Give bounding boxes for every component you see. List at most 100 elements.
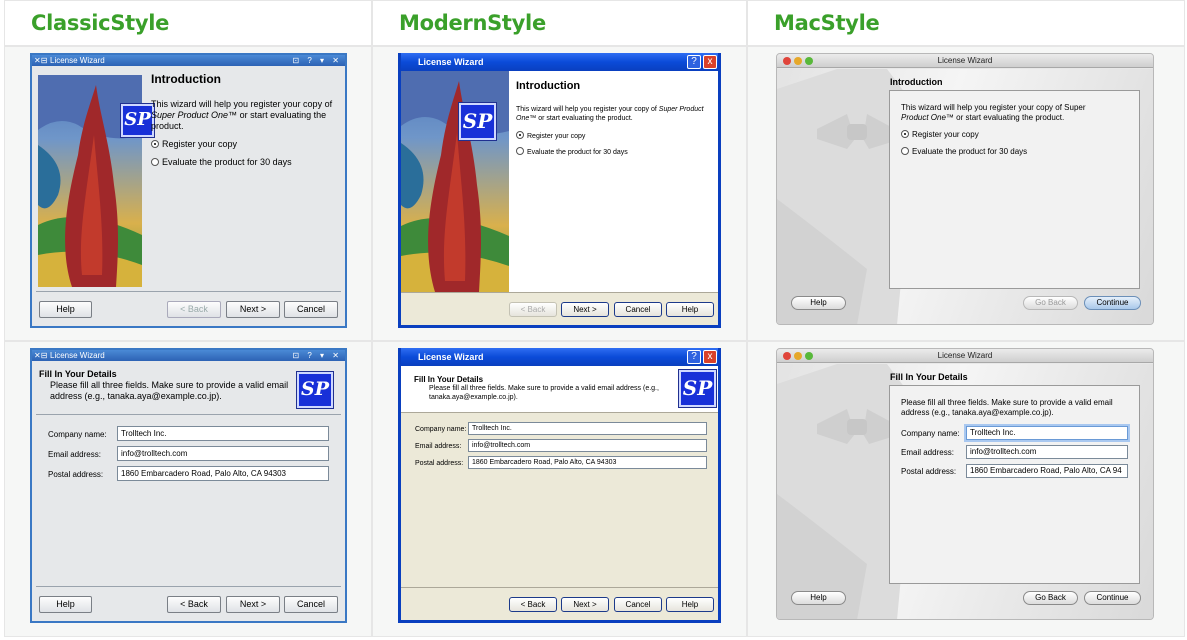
title-bar: License Wizard xyxy=(777,54,1153,68)
email-field[interactable]: info@trolltech.com xyxy=(117,446,329,461)
minimize-icon[interactable] xyxy=(794,57,802,65)
next-button[interactable]: Next > xyxy=(561,302,609,317)
help-button[interactable]: Help xyxy=(666,597,714,612)
company-field[interactable]: Trolltech Inc. xyxy=(117,426,329,441)
postal-field[interactable]: 1860 Embarcadero Road, Palo Alto, CA 943… xyxy=(117,466,329,481)
column-title: ModernStyle xyxy=(399,11,546,35)
cancel-button[interactable]: Cancel xyxy=(284,301,338,318)
help-button[interactable]: Help xyxy=(39,301,92,318)
postal-label: Postal address: xyxy=(415,460,464,467)
back-button[interactable]: < Back xyxy=(167,596,221,613)
intro-description: This wizard will help you register your … xyxy=(516,106,704,122)
company-field[interactable]: Trolltech Inc. xyxy=(468,422,707,435)
close-icon[interactable]: x xyxy=(703,350,717,364)
evaluate-option[interactable]: Evaluate the product for 30 days xyxy=(151,157,292,168)
email-label: Email address: xyxy=(48,450,101,459)
back-button[interactable]: < Back xyxy=(509,597,557,612)
classic-intro-window: License Wizard ✕⊟ ⊡ ? ▾ ✕ SP Introductio… xyxy=(30,53,347,328)
column-header-classic: ClassicStyle xyxy=(4,0,372,46)
register-option[interactable]: Register your copy xyxy=(901,129,979,140)
content-panel: This wizard will help you register your … xyxy=(889,90,1140,289)
close-icon[interactable] xyxy=(783,352,791,360)
window-controls[interactable]: ⊡ ? ▾ ✕ xyxy=(292,55,342,66)
email-label: Email address: xyxy=(415,443,462,450)
details-description: Please fill all three fields. Make sure … xyxy=(50,380,289,401)
separator xyxy=(36,586,341,587)
company-label: Company name: xyxy=(415,426,467,433)
details-description: Please fill all three fields. Make sure … xyxy=(901,398,1113,417)
cancel-button[interactable]: Cancel xyxy=(284,596,338,613)
back-button[interactable]: < Back xyxy=(167,301,221,318)
radio-icon[interactable] xyxy=(516,147,524,155)
go-back-button[interactable]: Go Back xyxy=(1023,296,1078,310)
sp-logo: SP xyxy=(120,103,155,138)
separator xyxy=(36,414,341,415)
sp-logo: SP xyxy=(296,371,334,409)
content-panel: Please fill all three fields. Make sure … xyxy=(889,385,1140,584)
radio-selected-icon[interactable] xyxy=(516,131,524,139)
mac-details-window: License Wizard Fill In Your Details Plea… xyxy=(776,348,1154,620)
help-button[interactable]: Help xyxy=(39,596,92,613)
column-header-mac: MacStyle xyxy=(747,0,1185,46)
help-button[interactable]: Help xyxy=(791,591,846,605)
email-label: Email address: xyxy=(901,448,954,457)
sp-logo: SP xyxy=(678,369,717,408)
next-button[interactable]: Next > xyxy=(226,301,280,318)
separator xyxy=(401,412,718,413)
help-icon[interactable]: ? xyxy=(687,55,701,69)
separator xyxy=(36,291,341,292)
column-header-modern: ModernStyle xyxy=(372,0,747,46)
postal-field[interactable]: 1860 Embarcadero Road, Palo Alto, CA 94 xyxy=(966,464,1128,478)
modern-intro-window: License Wizard ? x SP Introduction This … xyxy=(398,53,721,328)
company-field[interactable]: Trolltech Inc. xyxy=(964,424,1130,442)
zoom-icon[interactable] xyxy=(805,352,813,360)
next-button[interactable]: Next > xyxy=(561,597,609,612)
company-label: Company name: xyxy=(901,429,960,438)
radio-selected-icon[interactable] xyxy=(901,130,909,138)
title-bar: License Wizard xyxy=(777,349,1153,363)
window-menu-icon[interactable]: ✕⊟ xyxy=(34,55,47,66)
title-bar: License Wizard xyxy=(401,53,718,71)
window-menu-icon[interactable]: ✕⊟ xyxy=(34,350,47,361)
window-controls[interactable]: ⊡ ? ▾ ✕ xyxy=(292,350,342,361)
radio-icon[interactable] xyxy=(901,147,909,155)
continue-button[interactable]: Continue xyxy=(1084,296,1141,310)
continue-button[interactable]: Continue xyxy=(1084,591,1141,605)
column-title: MacStyle xyxy=(774,11,880,35)
register-option[interactable]: Register your copy xyxy=(151,139,237,150)
mac-intro-window: License Wizard Introduction This wizard … xyxy=(776,53,1154,325)
page-title: Fill In Your Details xyxy=(39,369,117,379)
intro-description: This wizard will help you register your … xyxy=(151,99,333,131)
intro-description: This wizard will help you register your … xyxy=(901,103,1086,122)
evaluate-option[interactable]: Evaluate the product for 30 days xyxy=(516,147,628,158)
postal-label: Postal address: xyxy=(48,470,104,479)
radio-icon[interactable] xyxy=(151,158,159,166)
postal-label: Postal address: xyxy=(901,467,957,476)
cancel-button[interactable]: Cancel xyxy=(614,302,662,317)
help-icon[interactable]: ? xyxy=(687,350,701,364)
go-back-button[interactable]: Go Back xyxy=(1023,591,1078,605)
help-button[interactable]: Help xyxy=(666,302,714,317)
register-option[interactable]: Register your copy xyxy=(516,131,585,142)
back-button[interactable]: < Back xyxy=(509,302,557,317)
modern-details-window: License Wizard ? x Fill In Your Details … xyxy=(398,348,721,623)
help-button[interactable]: Help xyxy=(791,296,846,310)
radio-selected-icon[interactable] xyxy=(151,140,159,148)
page-title: Introduction xyxy=(890,77,943,87)
evaluate-option[interactable]: Evaluate the product for 30 days xyxy=(901,146,1027,157)
page-title: Introduction xyxy=(516,80,581,92)
title-bar: License Wizard xyxy=(401,348,718,366)
email-field[interactable]: info@trolltech.com xyxy=(468,439,707,452)
postal-field[interactable]: 1860 Embarcadero Road, Palo Alto, CA 943… xyxy=(468,456,707,469)
email-field[interactable]: info@trolltech.com xyxy=(966,445,1128,459)
cancel-button[interactable]: Cancel xyxy=(614,597,662,612)
close-icon[interactable] xyxy=(783,57,791,65)
minimize-icon[interactable] xyxy=(794,352,802,360)
close-icon[interactable]: x xyxy=(703,55,717,69)
column-title: ClassicStyle xyxy=(31,11,170,35)
next-button[interactable]: Next > xyxy=(226,596,280,613)
page-title: Fill In Your Details xyxy=(890,372,968,382)
zoom-icon[interactable] xyxy=(805,57,813,65)
sp-logo: SP xyxy=(458,102,497,141)
separator xyxy=(401,292,718,293)
